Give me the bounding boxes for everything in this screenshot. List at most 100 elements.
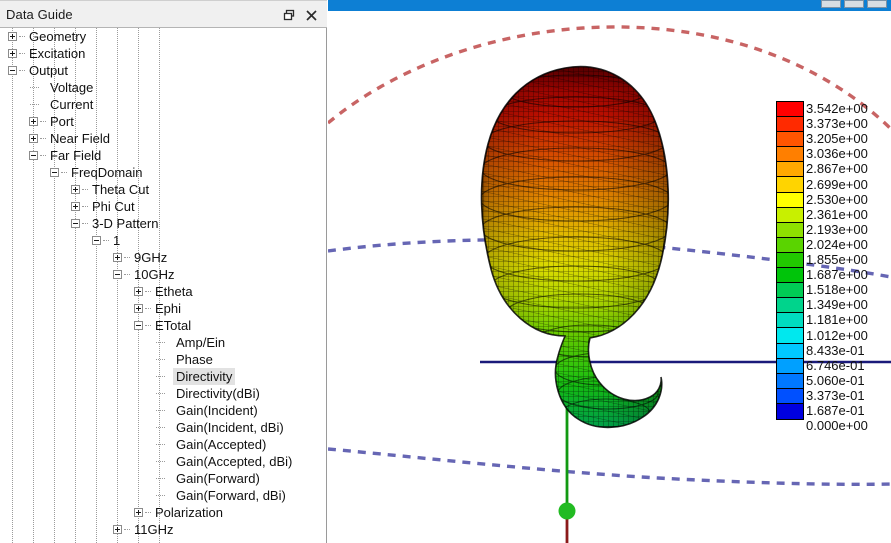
tree-item-9ghz[interactable]: 9GHz (0, 249, 326, 266)
tree-item-10ghz[interactable]: 10GHz (0, 266, 326, 283)
minimize-button[interactable] (821, 0, 841, 8)
tree-item-phi-cut[interactable]: Phi Cut (0, 198, 326, 215)
close-icon[interactable] (301, 5, 321, 25)
tree-connector (156, 444, 165, 446)
tree-item-11ghz[interactable]: 11GHz (0, 521, 326, 538)
tree-item-label[interactable]: Gain(Accepted) (173, 436, 269, 453)
tree-item-label[interactable]: Voltage (47, 79, 96, 96)
tree-item-label[interactable]: FreqDomain (68, 164, 146, 181)
tree-item-label[interactable]: Phase (173, 351, 216, 368)
colorbar-band (777, 388, 803, 404)
tree-item-gain-incident[interactable]: Gain(Incident) (0, 402, 326, 419)
tree-item-label[interactable]: Gain(Accepted, dBi) (173, 453, 295, 470)
expand-plus-icon[interactable] (8, 49, 17, 58)
expand-plus-icon[interactable] (134, 287, 143, 296)
colorbar-band (777, 373, 803, 389)
tree-connector (145, 325, 151, 327)
collapse-minus-icon[interactable] (113, 270, 122, 279)
expand-plus-icon[interactable] (29, 117, 38, 126)
tree-item-current[interactable]: Current (0, 96, 326, 113)
tree-item-amp-ein[interactable]: Amp/Ein (0, 334, 326, 351)
tree-item-gain-incident-dbi[interactable]: Gain(Incident, dBi) (0, 419, 326, 436)
tree-item-label[interactable]: 1 (110, 232, 123, 249)
tree-item-freqdomain[interactable]: FreqDomain (0, 164, 326, 181)
collapse-minus-icon[interactable] (134, 321, 143, 330)
tree-item-label[interactable]: Phi Cut (89, 198, 138, 215)
tree-item-directivity[interactable]: Directivity (0, 368, 326, 385)
tree-item-label[interactable]: Etheta (152, 283, 196, 300)
colorbar-band (777, 343, 803, 359)
tree-item-label[interactable]: Theta Cut (89, 181, 152, 198)
tree-item-label[interactable]: 11GHz (131, 521, 177, 538)
tree-connector (40, 155, 46, 157)
colorbar-band (777, 102, 803, 118)
tree-item-output[interactable]: Output (0, 62, 326, 79)
close-button[interactable] (867, 0, 887, 8)
tree-item-geometry[interactable]: Geometry (0, 28, 326, 45)
tree-item-gain-accepted[interactable]: Gain(Accepted) (0, 436, 326, 453)
expand-plus-icon[interactable] (134, 508, 143, 517)
collapse-minus-icon[interactable] (50, 168, 59, 177)
tree-item-label[interactable]: Current (47, 96, 96, 113)
tree-item-label[interactable]: Ephi (152, 300, 184, 317)
tree-connector (124, 257, 130, 259)
expand-plus-icon[interactable] (8, 32, 17, 41)
panel-title: Data Guide (6, 7, 73, 22)
colorbar-tick-label: 1.181e+00 (806, 312, 868, 328)
tree-connector (30, 104, 39, 106)
tree-item-ephi[interactable]: Ephi (0, 300, 326, 317)
expand-plus-icon[interactable] (29, 134, 38, 143)
tree-item-directivity-dbi[interactable]: Directivity(dBi) (0, 385, 326, 402)
restore-window-icon[interactable] (279, 5, 299, 25)
tree-item-label[interactable]: Directivity(dBi) (173, 385, 263, 402)
tree-item-label[interactable]: Far Field (47, 147, 104, 164)
maximize-button[interactable] (844, 0, 864, 8)
collapse-minus-icon[interactable] (92, 236, 101, 245)
tree-item-etotal[interactable]: ETotal (0, 317, 326, 334)
tree-item-port[interactable]: Port (0, 113, 326, 130)
tree-item-theta-cut[interactable]: Theta Cut (0, 181, 326, 198)
tree-item-3-d-pattern[interactable]: 3-D Pattern (0, 215, 326, 232)
tree-item-far-field[interactable]: Far Field (0, 147, 326, 164)
expand-plus-icon[interactable] (113, 525, 122, 534)
expand-plus-icon[interactable] (71, 202, 80, 211)
tree-connector (156, 427, 165, 429)
tree-item-label[interactable]: 10GHz (131, 266, 177, 283)
tree-item-label[interactable]: Directivity (173, 368, 236, 385)
expand-plus-icon[interactable] (71, 185, 80, 194)
tree-item-label[interactable]: Gain(Incident) (173, 402, 261, 419)
expand-plus-icon[interactable] (113, 253, 122, 262)
tree-item-label[interactable]: Geometry (26, 28, 89, 45)
tree-item-label[interactable]: Gain(Incident, dBi) (173, 419, 287, 436)
tree-item-label[interactable]: Output (26, 62, 71, 79)
collapse-minus-icon[interactable] (29, 151, 38, 160)
tree-item-phase[interactable]: Phase (0, 351, 326, 368)
tree-item-label[interactable]: Amp/Ein (173, 334, 228, 351)
expand-plus-icon[interactable] (134, 304, 143, 313)
collapse-minus-icon[interactable] (71, 219, 80, 228)
tree-item-1[interactable]: 1 (0, 232, 326, 249)
tree-item-excitation[interactable]: Excitation (0, 45, 326, 62)
tree-item-polarization[interactable]: Polarization (0, 504, 326, 521)
tree-item-voltage[interactable]: Voltage (0, 79, 326, 96)
colorbar-band (777, 298, 803, 314)
tree-item-label[interactable]: Polarization (152, 504, 226, 521)
tree-item-label[interactable]: Port (47, 113, 77, 130)
tree-item-near-field[interactable]: Near Field (0, 130, 326, 147)
tree-item-label[interactable]: Gain(Forward, dBi) (173, 487, 289, 504)
colorbar-tick-label: 3.373e-01 (806, 387, 865, 403)
tree-item-gain-forward-dbi[interactable]: Gain(Forward, dBi) (0, 487, 326, 504)
tree-item-label[interactable]: ETotal (152, 317, 194, 334)
tree-item-gain-forward[interactable]: Gain(Forward) (0, 470, 326, 487)
tree-item-label[interactable]: Excitation (26, 45, 88, 62)
tree-item-label[interactable]: Near Field (47, 130, 113, 147)
tree-item-label[interactable]: 3-D Pattern (89, 215, 161, 232)
tree-item-gain-accepted-dbi[interactable]: Gain(Accepted, dBi) (0, 453, 326, 470)
tree-item-label[interactable]: 9GHz (131, 249, 170, 266)
colorbar-tick-label: 1.518e+00 (806, 282, 868, 298)
tree-item-label[interactable]: Gain(Forward) (173, 470, 263, 487)
data-guide-tree[interactable]: Geometry Excitation Output Voltage Current Po… (0, 28, 326, 543)
tree-connector (103, 240, 109, 242)
collapse-minus-icon[interactable] (8, 66, 17, 75)
tree-item-etheta[interactable]: Etheta (0, 283, 326, 300)
